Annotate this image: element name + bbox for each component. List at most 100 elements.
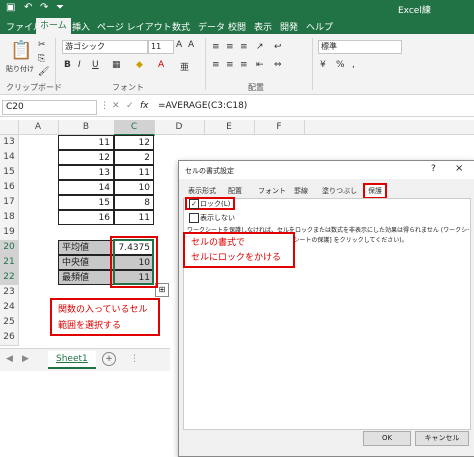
fill-color-icon[interactable]: ◆	[136, 60, 143, 70]
row-header[interactable]: 26	[0, 330, 19, 346]
column-header[interactable]: B	[58, 120, 115, 134]
column-header[interactable]: C	[114, 120, 155, 136]
sheet-tab-sheet1[interactable]: Sheet1	[48, 351, 96, 369]
cell[interactable]: 11	[58, 135, 114, 150]
number-format-combo[interactable]: 標準	[318, 40, 402, 54]
cancel-button[interactable]: キャンセル	[415, 431, 469, 446]
fx-button[interactable]: fx	[140, 101, 149, 111]
add-sheet-icon[interactable]: +	[102, 352, 116, 366]
comma-icon[interactable]: ,	[352, 60, 355, 70]
currency-icon[interactable]: ¥	[320, 60, 326, 70]
row-header[interactable]: 17	[0, 195, 19, 211]
tab-help[interactable]: ヘルプ	[306, 20, 333, 33]
cancel-icon[interactable]: ✕	[112, 101, 120, 111]
scroll-left-icon[interactable]: ◀	[6, 354, 13, 364]
font-size-combo[interactable]: 11	[148, 40, 174, 54]
cell[interactable]: 8	[114, 195, 154, 210]
cell[interactable]: 13	[58, 165, 114, 180]
border-icon[interactable]: ▦	[112, 60, 121, 70]
row-header[interactable]: 13	[0, 135, 19, 151]
tab-border[interactable]: 罫線	[291, 185, 311, 197]
row-header[interactable]: 23	[0, 285, 19, 301]
merge-icon[interactable]: ⇔	[274, 60, 282, 70]
tab-font[interactable]: フォント	[255, 185, 289, 197]
tab-fill[interactable]: 塗りつぶし	[319, 185, 360, 197]
save-icon[interactable]: ▣	[6, 2, 15, 13]
help-button[interactable]: ?	[431, 164, 436, 174]
cell[interactable]: 16	[58, 210, 114, 225]
paste-icon[interactable]: 📋	[10, 40, 32, 61]
font-color-icon[interactable]: A	[158, 60, 164, 70]
row-header[interactable]: 20	[0, 240, 19, 256]
cell[interactable]: 10	[114, 180, 154, 195]
tab-formulas[interactable]: 数式	[172, 20, 190, 33]
customize-icon[interactable]: ⏷	[56, 2, 64, 13]
column-header[interactable]: E	[204, 120, 255, 134]
row-header[interactable]: 16	[0, 180, 19, 196]
enter-icon[interactable]: ✓	[126, 101, 134, 111]
cell[interactable]: 15	[58, 195, 114, 210]
tab-insert[interactable]: 挿入	[72, 20, 90, 33]
formula-input[interactable]: =AVERAGE(C3:C18)	[158, 101, 247, 111]
cell-label[interactable]: 中央値	[58, 255, 114, 270]
phonetic-icon[interactable]: 亜	[180, 60, 189, 73]
tab-data[interactable]: データ	[198, 20, 225, 33]
percent-icon[interactable]: %	[336, 60, 345, 70]
cell[interactable]: 12	[58, 150, 114, 165]
row-header[interactable]: 21	[0, 255, 19, 271]
cell[interactable]: 11	[114, 210, 154, 225]
copy-icon[interactable]: ⎘	[38, 54, 45, 64]
more-icon[interactable]: ⋮	[130, 354, 139, 364]
format-painter-icon[interactable]: 🖌	[38, 67, 49, 77]
close-button[interactable]: ×	[455, 163, 463, 174]
indent-icon[interactable]: ⇤	[256, 60, 264, 70]
lock-checkbox[interactable]: ✓	[189, 199, 199, 209]
row-header[interactable]: 25	[0, 315, 19, 331]
align-right-icon[interactable]: ≡	[240, 60, 248, 70]
cell-label[interactable]: 平均値	[58, 240, 114, 255]
wrap-text-icon[interactable]: ↩	[274, 42, 282, 52]
column-header[interactable]: D	[154, 120, 205, 134]
tab-review[interactable]: 校閲	[228, 20, 246, 33]
align-top-icon[interactable]: ≡	[212, 42, 220, 52]
undo-icon[interactable]: ↶	[24, 2, 32, 13]
tab-alignment[interactable]: 配置	[225, 185, 245, 197]
scroll-right-icon[interactable]: ▶	[22, 354, 29, 364]
underline-button[interactable]: U	[92, 60, 99, 70]
select-all-corner[interactable]	[0, 120, 19, 134]
align-bottom-icon[interactable]: ≡	[240, 42, 248, 52]
cell[interactable]: 2	[114, 150, 154, 165]
align-middle-icon[interactable]: ≡	[226, 42, 234, 52]
cell-label[interactable]: 最頻値	[58, 270, 114, 285]
row-header[interactable]: 18	[0, 210, 19, 226]
column-header[interactable]: A	[18, 120, 59, 134]
cut-icon[interactable]: ✂	[38, 40, 46, 50]
tab-protection[interactable]: 保護	[363, 183, 387, 199]
cell[interactable]: 11	[114, 165, 154, 180]
grow-font-icon[interactable]: A	[176, 40, 182, 50]
font-name-combo[interactable]: 游ゴシック	[62, 40, 148, 54]
align-left-icon[interactable]: ≡	[212, 60, 220, 70]
tab-number[interactable]: 表示形式	[185, 185, 219, 197]
cell[interactable]: 12	[114, 135, 154, 150]
hide-checkbox[interactable]	[189, 213, 199, 223]
redo-icon[interactable]: ↷	[40, 2, 48, 13]
row-header[interactable]: 15	[0, 165, 19, 181]
name-box[interactable]: C20	[2, 100, 97, 115]
row-header[interactable]: 24	[0, 300, 19, 316]
cell[interactable]: 14	[58, 180, 114, 195]
tab-page-layout[interactable]: ページ レイアウト	[97, 20, 172, 33]
column-header[interactable]: F	[254, 120, 305, 134]
row-header[interactable]: 14	[0, 150, 19, 166]
row-header[interactable]: 22	[0, 270, 19, 286]
tab-home[interactable]: ホーム	[36, 18, 71, 34]
tab-view[interactable]: 表示	[254, 20, 272, 33]
ok-button[interactable]: OK	[363, 431, 411, 446]
italic-button[interactable]: I	[78, 60, 81, 70]
orientation-icon[interactable]: ↗	[256, 42, 264, 52]
align-center-icon[interactable]: ≡	[226, 60, 234, 70]
paste-button[interactable]: 貼り付け	[6, 64, 34, 74]
row-header[interactable]: 19	[0, 225, 19, 241]
bold-button[interactable]: B	[64, 60, 71, 70]
tab-developer[interactable]: 開発	[280, 20, 298, 33]
